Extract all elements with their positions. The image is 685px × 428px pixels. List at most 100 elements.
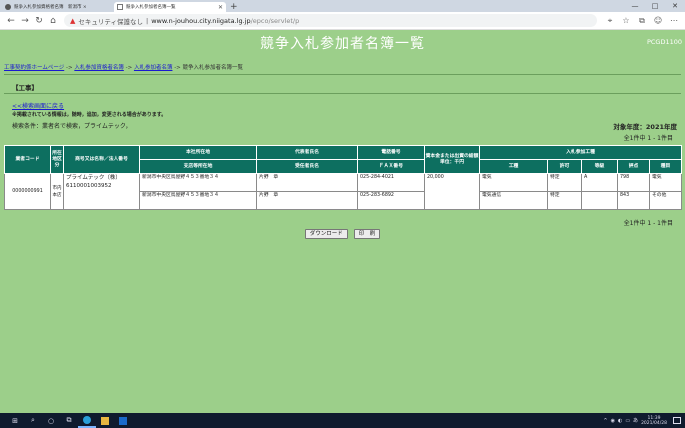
network-icon[interactable]: ◉ — [611, 418, 615, 424]
cell-score: 798 — [617, 173, 650, 192]
header-score: 評点 — [617, 159, 650, 174]
header-code: 業者コード — [4, 145, 51, 174]
cell-phone: 025-284-4021 — [357, 173, 425, 192]
browser-tabstrip: 競争入札参加資格者名簿 新潟市 × 競争入札参加者名簿一覧 ✕ + — □ ✕ — [0, 0, 685, 12]
show-hidden-icons-icon[interactable]: ^ — [603, 418, 607, 424]
cell-work: 電気 — [479, 173, 548, 192]
header-address-branch: 支店等所在地 — [139, 159, 257, 174]
header-fax: ＦＡＸ番号 — [357, 159, 425, 174]
translate-icon[interactable]: ⌖ — [603, 16, 617, 26]
header-capital: 資本金または出資の総額 単位：千円 — [424, 145, 480, 174]
page-title: 競争入札参加者名簿一覧 — [260, 36, 425, 52]
favorite-star-icon[interactable]: ☆ — [619, 16, 633, 26]
cell-code: 0000000991 — [4, 173, 51, 210]
divider — [4, 93, 681, 94]
search-icon[interactable]: ⌕ — [24, 413, 42, 428]
back-to-search-link[interactable]: <<検索画面に戻る — [12, 101, 64, 110]
header-rep: 代表者氏名 — [256, 145, 358, 160]
cortana-icon[interactable]: ○ — [42, 413, 60, 428]
cell-address-branch: 新潟市中央区鳥屋野４５３番地３４ — [139, 191, 257, 210]
cell-permit: 特定 — [547, 173, 582, 192]
ime-icon[interactable]: あ — [633, 417, 638, 424]
warning-icon: ▲ — [70, 16, 76, 25]
outlook-icon[interactable] — [114, 413, 132, 428]
tab-label: 競争入札参加者名簿一覧 — [126, 5, 176, 10]
windows-start-icon[interactable]: ⊞ — [6, 413, 24, 428]
company-name: プライムテック（株） — [66, 175, 121, 181]
result-count-bottom: 全1件中 1 - 1件目 — [623, 220, 673, 227]
header-type: 種目 — [648, 159, 683, 174]
participant-table: 業者コード 所在地区分 商号又は名称／法人番号 本社所在地 代表者氏名 電話番号… — [4, 145, 683, 210]
window-controls: — □ ✕ — [625, 0, 685, 12]
corporate-number: 6110001003952 — [66, 183, 112, 189]
reload-icon[interactable]: ↻ — [32, 12, 46, 30]
clock-date: 2021/04/28 — [641, 420, 667, 426]
header-rank: 等級 — [581, 159, 618, 174]
cell-rep: 片野 章 — [256, 173, 358, 192]
header-name: 商号又は名称／法人番号 — [63, 145, 140, 174]
cell-capital: 20,000 — [424, 173, 480, 210]
breadcrumb: 工事契約係ホームページ -> 入札参加資格者名簿 -> 入札参加者名簿 -> 競… — [4, 65, 244, 71]
page-icon — [117, 4, 123, 10]
result-count-top: 全1件中 1 - 1件目 — [623, 135, 673, 142]
cell-district: 市内本店 — [50, 173, 64, 210]
fiscal-year: 対象年度：2021年度 — [613, 123, 677, 131]
download-button[interactable]: ダウンロード — [304, 229, 348, 239]
back-arrow-icon[interactable]: ← — [4, 12, 18, 30]
search-condition: 検索条件：業者名で検索，プライムテック， — [12, 123, 132, 130]
system-tray: ^ ◉ ◐ ▭ あ 11:39 2021/04/28 — [603, 413, 681, 428]
taskbar: ⊞ ⌕ ○ ⧉ ^ ◉ ◐ ▭ あ 11:39 2021/04/28 — [0, 413, 685, 428]
display-icon[interactable]: ▭ — [625, 418, 630, 424]
file-explorer-icon[interactable] — [96, 413, 114, 428]
disclaimer-note: ※掲載されている情報は，随時，追加，変更される場合があります。 — [12, 112, 167, 118]
breadcrumb-link-participant-list[interactable]: 入札参加者名簿 — [134, 65, 173, 71]
breadcrumb-link-home[interactable]: 工事契約係ホームページ — [4, 65, 64, 71]
header-district: 所在地区分 — [50, 145, 64, 174]
address-bar[interactable]: ▲ セキュリティ保護なし | www.n-jouhou.city.niigata… — [64, 14, 597, 27]
close-tab-icon[interactable]: ✕ — [218, 4, 223, 11]
task-view-icon[interactable]: ⧉ — [60, 413, 78, 428]
cell-address-hq: 新潟市中央区鳥屋野４５３番地３４ — [139, 173, 257, 192]
cell-name: プライムテック（株） 6110001003952 — [63, 173, 140, 210]
cell-delegate: 片野 章 — [256, 191, 358, 210]
header-phone: 電話番号 — [357, 145, 425, 160]
cell-score: 843 — [617, 191, 650, 210]
minimize-button[interactable]: — — [625, 0, 645, 12]
divider — [4, 74, 681, 75]
home-icon[interactable]: ⌂ — [46, 12, 60, 30]
header-grade-group: 入札参加工種 — [478, 145, 683, 160]
header-row: 業者コード 所在地区分 商号又は名称／法人番号 本社所在地 代表者氏名 電話番号… — [4, 145, 683, 174]
collections-icon[interactable]: ⧉ — [635, 16, 649, 26]
cell-type: 電気 — [648, 173, 683, 192]
cell-permit: 特定 — [547, 191, 582, 210]
more-menu-icon[interactable]: ⋯ — [667, 16, 681, 26]
profile-icon[interactable]: ☺ — [651, 16, 665, 26]
cell-rank: A — [581, 173, 618, 192]
section-heading: 【工事】 — [12, 84, 38, 92]
url-text: www.n-jouhou.city.niigata.lg.jp/epco/ser… — [151, 16, 300, 25]
breadcrumb-current: 競争入札参加者名簿一覧 — [182, 65, 244, 71]
security-label: セキュリティ保護なし — [78, 17, 144, 26]
cell-work: 電気通信 — [479, 191, 548, 210]
close-window-button[interactable]: ✕ — [665, 0, 685, 12]
cell-type: その他 — [648, 191, 683, 210]
tab-label: 競争入札参加資格者名簿 新潟市 × — [14, 5, 87, 10]
header-permit: 許可 — [547, 159, 582, 174]
print-button[interactable]: 印 刷 — [353, 229, 381, 239]
breadcrumb-link-qualified-list[interactable]: 入札参加資格者名簿 — [74, 65, 124, 71]
browser-tab-1[interactable]: 競争入札参加資格者名簿 新潟市 × — [2, 2, 114, 12]
clock[interactable]: 11:39 2021/04/28 — [641, 416, 667, 426]
browser-tab-2[interactable]: 競争入札参加者名簿一覧 ✕ — [114, 2, 226, 12]
maximize-button[interactable]: □ — [645, 0, 665, 12]
action-buttons: ダウンロード 印 刷 — [0, 229, 685, 239]
forward-arrow-icon[interactable]: → — [18, 12, 32, 30]
page-id: PCGD1100 — [646, 38, 682, 46]
edge-browser-icon[interactable] — [78, 413, 96, 428]
globe-icon — [5, 4, 11, 10]
notification-icon[interactable] — [673, 417, 681, 424]
new-tab-button[interactable]: + — [230, 2, 238, 12]
header-address-hq: 本社所在地 — [139, 145, 257, 160]
table-row: 0000000991 市内本店 プライムテック（株） 6110001003952… — [4, 173, 683, 210]
volume-icon[interactable]: ◐ — [618, 418, 622, 424]
cell-rank — [581, 191, 618, 210]
